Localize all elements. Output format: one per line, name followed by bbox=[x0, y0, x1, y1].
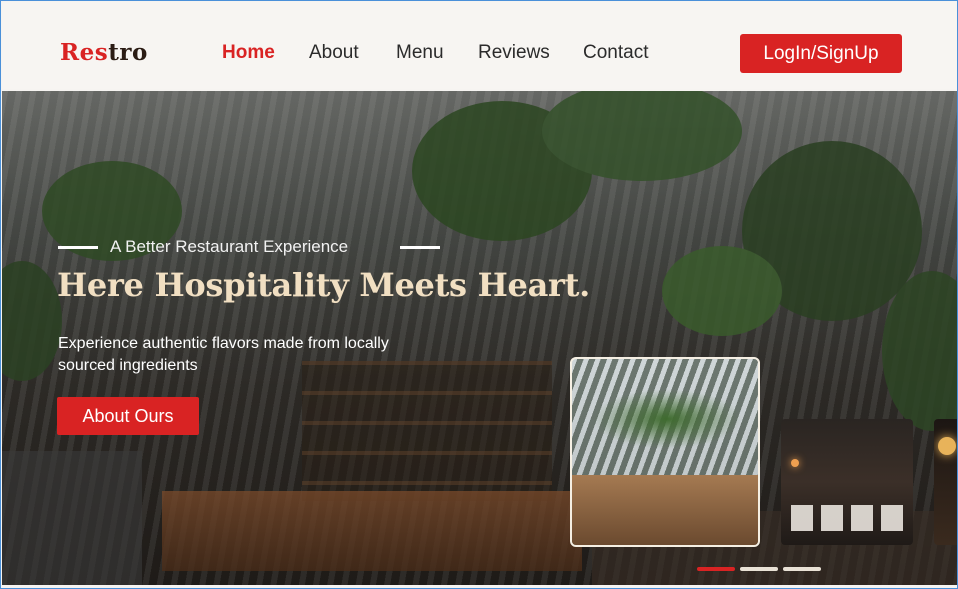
carousel-dot-1[interactable] bbox=[697, 567, 735, 571]
hero-tagline: A Better Restaurant Experience bbox=[110, 237, 349, 256]
about-ours-button[interactable]: About Ours bbox=[57, 397, 199, 435]
site-header: Restro Home About Menu Reviews Contact L… bbox=[2, 2, 957, 89]
login-signup-button[interactable]: LogIn/SignUp bbox=[740, 34, 902, 73]
nav-about[interactable]: About bbox=[309, 42, 359, 64]
page-frame: Restro Home About Menu Reviews Contact L… bbox=[0, 0, 958, 589]
bar-shelves bbox=[302, 361, 552, 501]
nav-contact[interactable]: Contact bbox=[583, 42, 648, 64]
tagline-right-rule bbox=[400, 246, 440, 249]
nav-home[interactable]: Home bbox=[222, 42, 275, 64]
hero-headline: Here Hospitality Meets Heart. bbox=[57, 266, 590, 304]
tagline-left-rule bbox=[58, 246, 98, 249]
hero-description: Experience authentic flavors made from l… bbox=[58, 335, 389, 374]
hero-section: A Better Restaurant Experience Here Hosp… bbox=[2, 91, 957, 585]
carousel-slide-1[interactable] bbox=[570, 357, 760, 547]
carousel-dot-2[interactable] bbox=[740, 567, 778, 571]
bar-counter bbox=[162, 491, 582, 571]
carousel-dot-3[interactable] bbox=[783, 567, 821, 571]
site-logo[interactable]: Restro bbox=[60, 39, 148, 66]
nav-menu[interactable]: Menu bbox=[396, 42, 444, 64]
carousel-slide-2[interactable] bbox=[781, 419, 913, 545]
carousel-slide-3[interactable] bbox=[934, 419, 957, 545]
nav-reviews[interactable]: Reviews bbox=[478, 42, 550, 64]
